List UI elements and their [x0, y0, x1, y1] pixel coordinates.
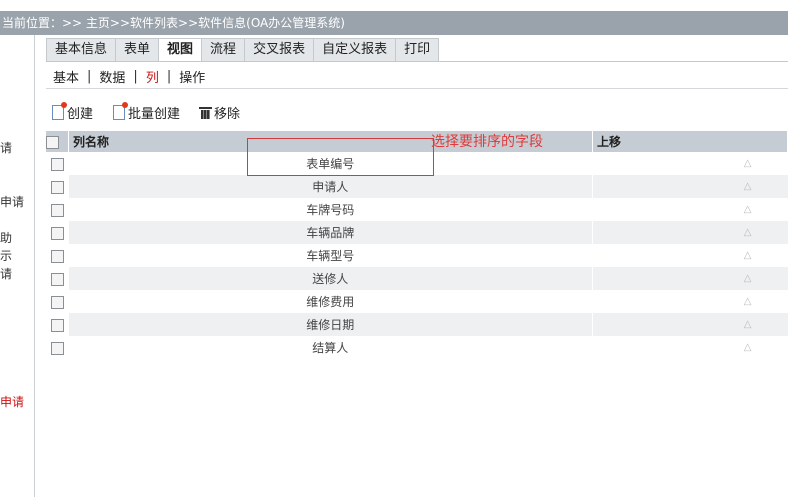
sub-tabs: 基本 | 数据 | 列 | 操作: [53, 66, 205, 86]
table-row[interactable]: 维修费用 △: [46, 290, 788, 313]
table-row[interactable]: 结算人 △: [46, 336, 788, 359]
row-checkbox[interactable]: [50, 226, 64, 240]
column-name-cell: 送修人: [68, 267, 593, 290]
row-checkbox-cell: [46, 221, 69, 244]
create-button[interactable]: 创建: [52, 102, 94, 122]
breadcrumb-text: 当前位置：>> 主页>>软件列表>>软件信息(OA办公管理系统): [2, 16, 345, 30]
tab-custom-report[interactable]: 自定义报表: [313, 38, 397, 61]
row-checkbox[interactable]: [50, 180, 64, 194]
left-item-3[interactable]: 助: [0, 229, 12, 246]
tab-basic-info[interactable]: 基本信息: [46, 38, 117, 61]
table-row[interactable]: 车牌号码 △: [46, 198, 788, 221]
row-checkbox-cell: [46, 152, 69, 175]
column-name-cell: 结算人: [68, 336, 593, 359]
tab-flow[interactable]: 流程: [201, 38, 246, 61]
column-name-cell: 车牌号码: [68, 198, 593, 221]
new-document-icon: [113, 102, 129, 120]
trash-icon: [199, 106, 213, 119]
row-checkbox-cell: [46, 244, 69, 267]
row-checkbox-cell: [46, 336, 69, 359]
subtab-separator: |: [133, 68, 138, 84]
top-strip: [0, 0, 788, 11]
move-up-icon[interactable]: △: [592, 175, 788, 198]
move-up-icon[interactable]: △: [593, 290, 788, 313]
main-tabs: 基本信息 表单 视图 流程 交叉报表 自定义报表 打印: [46, 38, 440, 62]
subtab-columns[interactable]: 列: [146, 67, 159, 86]
left-item-5[interactable]: 请: [0, 265, 12, 282]
row-checkbox[interactable]: [50, 295, 64, 309]
toolbar: 创建 批量创建 移除: [52, 102, 260, 122]
column-name-cell: 维修费用: [68, 290, 593, 313]
annotation-box: [247, 138, 434, 176]
move-up-icon[interactable]: △: [593, 152, 788, 175]
batch-create-label: 批量创建: [128, 107, 181, 122]
annotation-text: 选择要排序的字段: [431, 134, 543, 150]
row-checkbox-cell: [46, 175, 69, 198]
tab-print[interactable]: 打印: [395, 38, 440, 61]
column-name-cell: 申请人: [68, 175, 593, 198]
left-sidebar: 请 申请 助 示 请 申请: [0, 35, 35, 497]
row-checkbox[interactable]: [50, 341, 64, 355]
subtab-divider: [46, 88, 788, 89]
breadcrumb: 当前位置：>> 主页>>软件列表>>软件信息(OA办公管理系统): [0, 11, 788, 35]
move-up-icon[interactable]: △: [592, 313, 788, 336]
row-checkbox[interactable]: [50, 203, 64, 217]
table-row[interactable]: 申请人 △: [46, 175, 788, 198]
subtab-actions[interactable]: 操作: [179, 67, 205, 86]
new-document-icon: [52, 102, 67, 120]
move-up-icon[interactable]: △: [592, 221, 788, 244]
row-checkbox-cell: [46, 267, 69, 290]
create-label: 创建: [67, 107, 94, 122]
subtab-data[interactable]: 数据: [99, 67, 125, 86]
table-row[interactable]: 维修日期 △: [46, 313, 788, 336]
table-row[interactable]: 车辆型号 △: [46, 244, 788, 267]
move-up-header: 上移: [592, 131, 788, 152]
row-checkbox-cell: [46, 313, 69, 336]
row-checkbox[interactable]: [50, 272, 64, 286]
move-up-icon[interactable]: △: [593, 198, 788, 221]
column-name-cell: 维修日期: [68, 313, 593, 336]
remove-label: 移除: [214, 107, 241, 122]
remove-button[interactable]: 移除: [199, 103, 241, 122]
move-up-icon[interactable]: △: [592, 267, 788, 290]
move-up-icon[interactable]: △: [593, 336, 788, 359]
row-checkbox[interactable]: [50, 318, 64, 332]
left-item-4[interactable]: 示: [0, 247, 12, 264]
move-up-icon[interactable]: △: [593, 244, 788, 267]
subtab-basic[interactable]: 基本: [53, 67, 79, 86]
select-all-cell: [46, 131, 69, 152]
left-item-1[interactable]: 请: [0, 139, 12, 156]
column-name-cell: 车辆品牌: [68, 221, 593, 244]
tab-view[interactable]: 视图: [158, 38, 203, 62]
left-item-2[interactable]: 申请: [0, 193, 24, 210]
row-checkbox[interactable]: [50, 157, 64, 171]
batch-create-button[interactable]: 批量创建: [113, 102, 181, 122]
table-row[interactable]: 送修人 △: [46, 267, 788, 290]
row-checkbox[interactable]: [50, 249, 64, 263]
subtab-separator: |: [87, 68, 92, 84]
tab-form[interactable]: 表单: [115, 38, 160, 61]
tab-cross-report[interactable]: 交叉报表: [244, 38, 315, 61]
row-checkbox-cell: [46, 198, 69, 221]
select-all-checkbox[interactable]: [46, 135, 59, 149]
left-item-6[interactable]: 申请: [0, 393, 24, 410]
table-row[interactable]: 车辆品牌 △: [46, 221, 788, 244]
row-checkbox-cell: [46, 290, 69, 313]
subtab-separator: |: [166, 68, 172, 84]
column-name-cell: 车辆型号: [68, 244, 593, 267]
tab-divider: [46, 61, 788, 62]
